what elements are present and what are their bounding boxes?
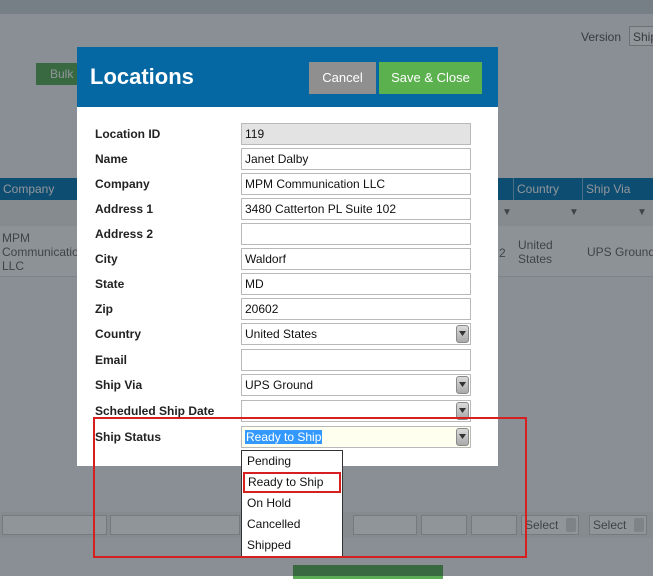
ship-via-select[interactable]: UPS Ground xyxy=(241,374,471,396)
option-shipped[interactable]: Shipped xyxy=(242,535,342,556)
chevron-down-icon[interactable] xyxy=(456,376,469,394)
field-row-country: Country United States xyxy=(77,323,498,347)
field-row-address-2: Address 2 xyxy=(77,223,498,247)
field-label: Email xyxy=(95,353,128,367)
field-label: City xyxy=(95,252,118,266)
option-ready-to-ship[interactable]: Ready to Ship xyxy=(243,472,341,493)
city-field[interactable]: Waldorf xyxy=(241,248,471,270)
field-label: Address 1 xyxy=(95,202,154,216)
field-row-state: State MD xyxy=(77,273,498,297)
scheduled-ship-date-select[interactable] xyxy=(241,400,471,422)
ship-status-select[interactable]: Ready to Ship xyxy=(241,426,471,448)
ship-status-select-value: Ready to Ship xyxy=(245,430,323,444)
cancel-button[interactable]: Cancel xyxy=(309,62,376,94)
chevron-down-icon[interactable] xyxy=(456,325,469,343)
address-2-field[interactable] xyxy=(241,223,471,245)
field-row-scheduled-ship-date: Scheduled Ship Date xyxy=(77,400,498,424)
field-label: State xyxy=(95,277,125,291)
address-1-field[interactable]: 3480 Catterton PL Suite 102 xyxy=(241,198,471,220)
locations-modal: Locations Cancel Save & Close Location I… xyxy=(77,47,498,466)
field-label: Ship Via xyxy=(95,378,143,392)
state-field[interactable]: MD xyxy=(241,273,471,295)
option-cancelled[interactable]: Cancelled xyxy=(242,514,342,535)
option-on-hold[interactable]: On Hold xyxy=(242,493,342,514)
field-row-name: Name Janet Dalby xyxy=(77,148,498,172)
field-row-ship-via: Ship Via UPS Ground xyxy=(77,374,498,398)
ship-via-select-value: UPS Ground xyxy=(245,378,314,392)
field-row-ship-status: Ship Status Ready to Ship xyxy=(77,426,498,450)
field-row-company: Company MPM Communication LLC xyxy=(77,173,498,197)
field-label: Country xyxy=(95,327,141,341)
country-select-value: United States xyxy=(245,327,318,341)
field-row-city: City Waldorf xyxy=(77,248,498,272)
chevron-down-icon[interactable] xyxy=(456,428,469,446)
modal-title: Locations xyxy=(90,64,194,89)
field-label: Ship Status xyxy=(95,430,162,444)
field-label: Scheduled Ship Date xyxy=(95,404,215,418)
ship-status-options-list: Pending Ready to Ship On Hold Cancelled … xyxy=(241,450,343,557)
option-pending[interactable]: Pending xyxy=(242,451,342,472)
field-row-zip: Zip 20602 xyxy=(77,298,498,322)
field-row-email: Email xyxy=(77,349,498,373)
field-label: Address 2 xyxy=(95,227,154,241)
field-label: Location ID xyxy=(95,127,161,141)
zip-field[interactable]: 20602 xyxy=(241,298,471,320)
save-close-button[interactable]: Save & Close xyxy=(379,62,482,94)
field-label: Company xyxy=(95,177,150,191)
country-select[interactable]: United States xyxy=(241,323,471,345)
modal-header: Locations Cancel Save & Close xyxy=(77,47,498,107)
field-label: Zip xyxy=(95,302,113,316)
field-label: Name xyxy=(95,152,128,166)
name-field[interactable]: Janet Dalby xyxy=(241,148,471,170)
chevron-down-icon[interactable] xyxy=(456,402,469,420)
company-field[interactable]: MPM Communication LLC xyxy=(241,173,471,195)
email-field[interactable] xyxy=(241,349,471,371)
location-id-field: 119 xyxy=(241,123,471,145)
field-row-location-id: Location ID 119 xyxy=(77,123,498,147)
field-row-address-1: Address 1 3480 Catterton PL Suite 102 xyxy=(77,198,498,222)
